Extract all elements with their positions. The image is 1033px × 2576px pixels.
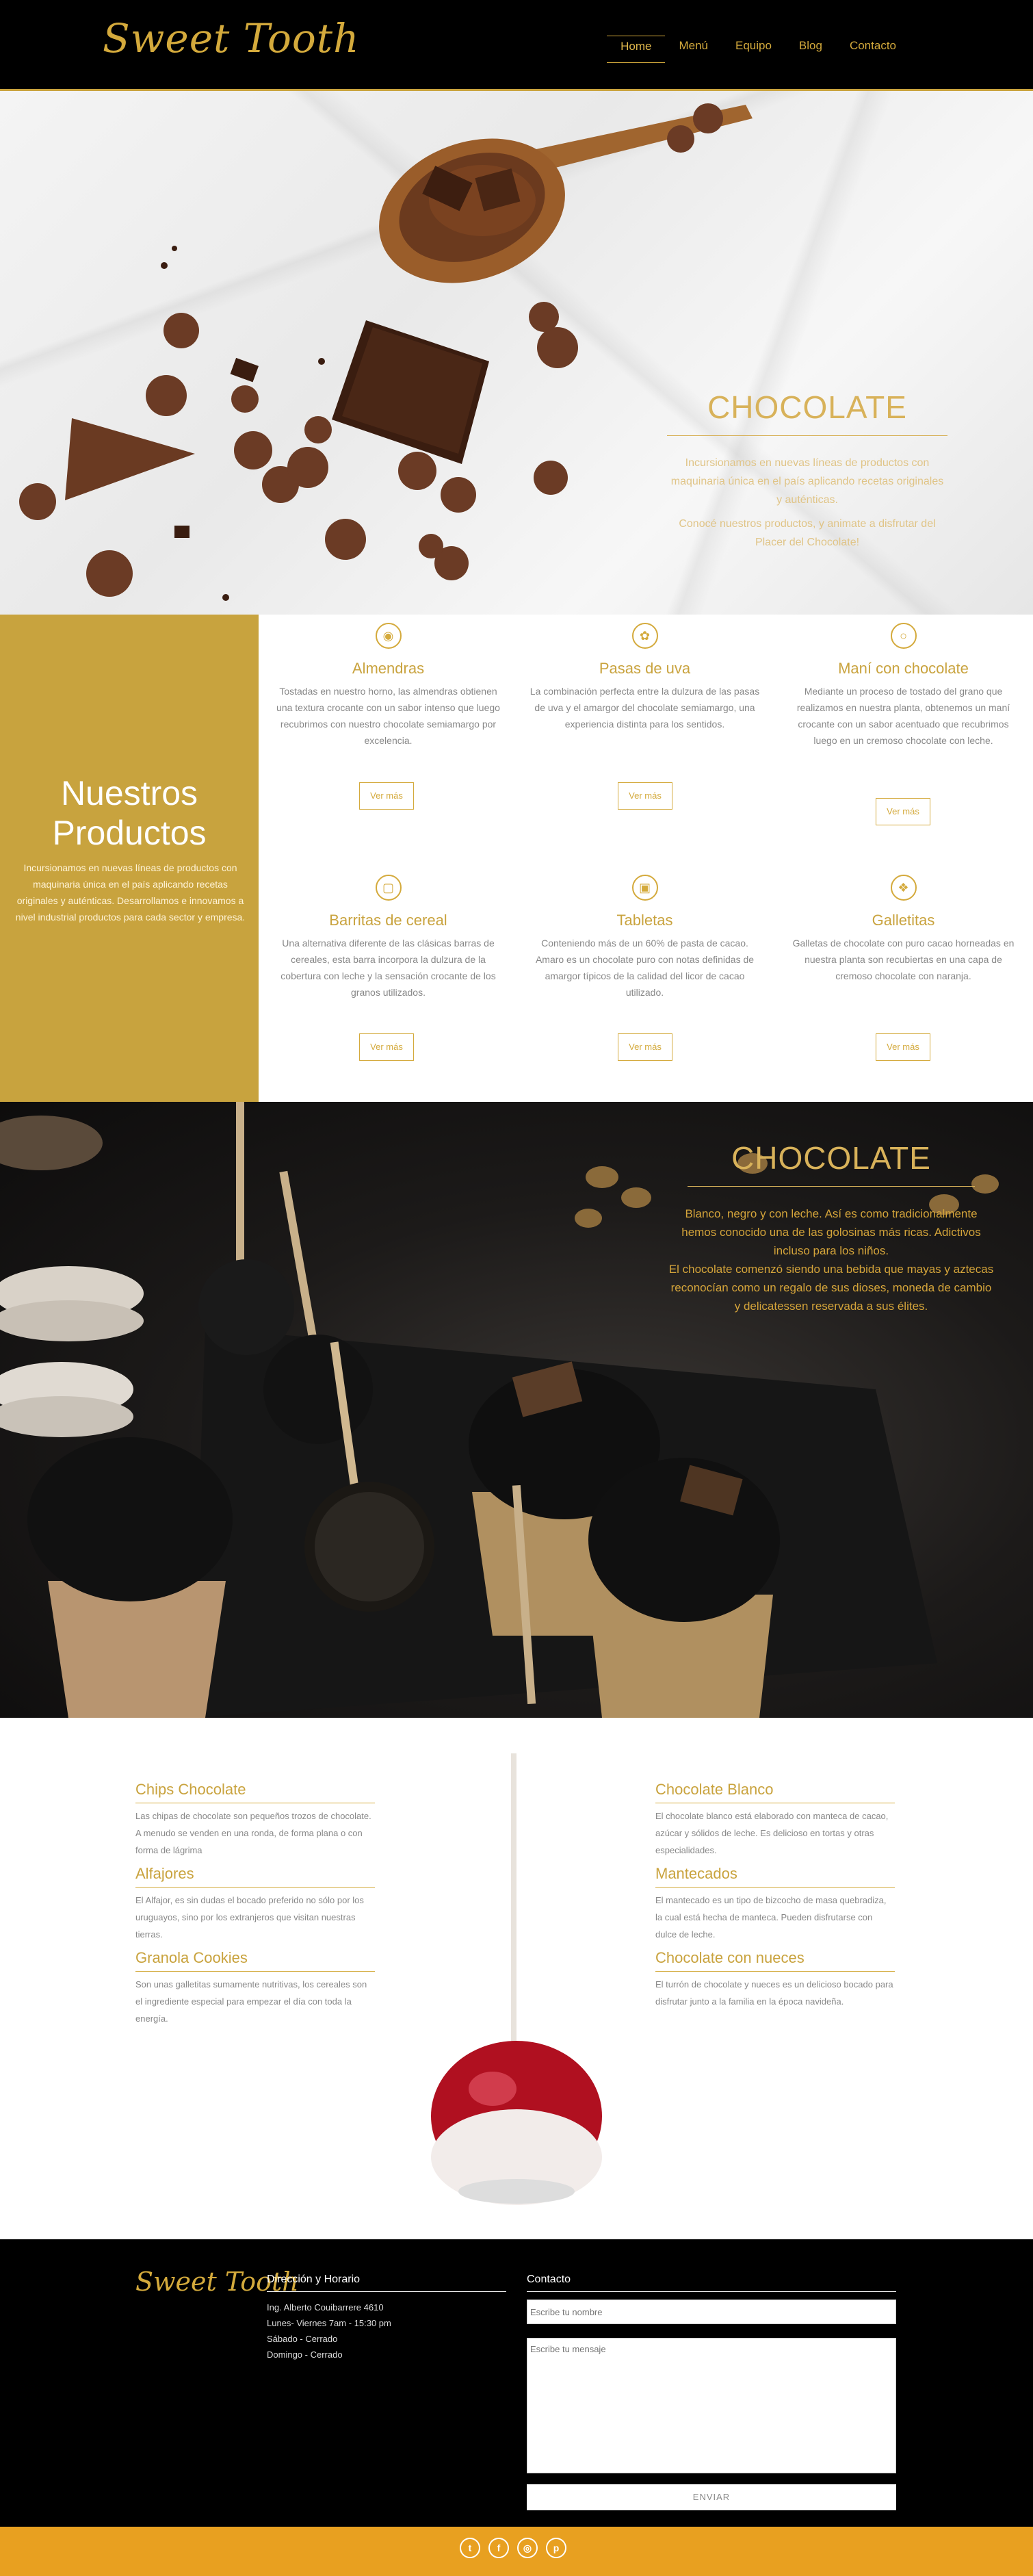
product-card-tabletas: ▣ Tabletas Conteniendo más de un 60% de … — [527, 875, 763, 1001]
ver-mas-button-tabletas[interactable]: Ver más — [618, 1033, 672, 1061]
product-description: Una alternativa diferente de las clásica… — [280, 938, 496, 998]
send-button[interactable]: ENVIAR — [527, 2484, 896, 2510]
sweet-text: El Alfajor, es sin dudas el bocado prefe… — [135, 1895, 364, 1940]
logo[interactable]: Sweet Tooth — [103, 15, 359, 62]
candy-apple-image — [431, 1753, 602, 2205]
product-description: Mediante un proceso de tostado del grano… — [796, 686, 1010, 746]
peanut-icon: ○ — [890, 623, 917, 649]
twitter-icon[interactable]: t — [460, 2538, 480, 2558]
cookie-icon: ❖ — [890, 875, 917, 901]
social-bar: t f ◎ p — [0, 2527, 1033, 2576]
hero-text-block: CHOCOLATE Incursionamos en nuevas líneas… — [667, 389, 947, 552]
ver-mas-button-mani[interactable]: Ver más — [876, 798, 930, 825]
sweet-text: Son unas galletitas sumamente nutritivas… — [135, 1979, 367, 2024]
sweet-item-chocolate-blanco: Chocolate Blanco El chocolate blanco est… — [655, 1781, 895, 1859]
ver-mas-button-almendras[interactable]: Ver más — [359, 782, 414, 810]
hero2-paragraph-1: Blanco, negro y con leche. Así es como t… — [681, 1207, 981, 1257]
hero-paragraph-2: Conocé nuestros productos, y animate a d… — [679, 518, 936, 548]
facebook-icon[interactable]: f — [488, 2538, 509, 2558]
sweet-title: Chips Chocolate — [135, 1781, 375, 1803]
sweet-item-mantecados: Mantecados El mantecado es un tipo de bi… — [655, 1865, 895, 1943]
address-line: Lunes- Viernes 7am - 15:30 pm — [267, 2318, 391, 2328]
product-description: Tostadas en nuestro horno, las almendras… — [276, 686, 500, 746]
product-name: Almendras — [352, 660, 425, 677]
product-card-barritas: ▢ Barritas de cereal Una alternativa dif… — [270, 875, 506, 1001]
sweet-item-chips: Chips Chocolate Las chipas de chocolate … — [135, 1781, 375, 1859]
product-name: Galletitas — [872, 912, 935, 929]
hero2-text-block: CHOCOLATE Blanco, negro y con leche. Así… — [667, 1139, 995, 1315]
almond-icon: ◉ — [375, 623, 402, 649]
sweet-title: Mantecados — [655, 1865, 895, 1888]
hero2-title: CHOCOLATE — [688, 1139, 975, 1187]
products-description: Incursionamos en nuevas líneas de produc… — [15, 862, 246, 923]
name-input[interactable] — [527, 2300, 896, 2324]
sweet-text: El turrón de chocolate y nueces es un de… — [655, 1979, 893, 2007]
sweet-title: Chocolate Blanco — [655, 1781, 895, 1803]
product-name: Pasas de uva — [599, 660, 691, 677]
sweet-title: Granola Cookies — [135, 1949, 375, 1972]
products-section: Nuestros Productos Incursionamos en nuev… — [0, 615, 1033, 1102]
product-name: Maní con chocolate — [838, 660, 969, 677]
product-description: Conteniendo más de un 60% de pasta de ca… — [535, 938, 755, 998]
social-links: t f ◎ p — [460, 2538, 566, 2558]
top-navbar: Sweet Tooth Home Menú Equipo Blog Contac… — [0, 0, 1033, 91]
product-card-mani: ○ Maní con chocolate Mediante un proceso… — [785, 623, 1021, 749]
products-intro-panel: Nuestros Productos Incursionamos en nuev… — [0, 615, 259, 1102]
product-name: Tabletas — [616, 912, 673, 929]
sweet-text: El mantecado es un tipo de bizcocho de m… — [655, 1895, 887, 1940]
tablet-icon: ▣ — [631, 875, 658, 901]
instagram-icon[interactable]: ◎ — [517, 2538, 538, 2558]
message-textarea[interactable] — [527, 2338, 896, 2473]
products-heading: Nuestros Productos — [52, 774, 207, 852]
sweet-item-chocolate-nueces: Chocolate con nueces El turrón de chocol… — [655, 1949, 895, 2010]
product-card-pasas: ✿ Pasas de uva La combinación perfecta e… — [527, 623, 763, 732]
nav-blog[interactable]: Blog — [785, 36, 836, 63]
sweet-text: El chocolate blanco está elaborado con m… — [655, 1811, 889, 1855]
address-block: Ing. Alberto Couibarrere 4610 Lunes- Vie… — [267, 2300, 391, 2362]
sweet-title: Alfajores — [135, 1865, 375, 1888]
address-line: Sábado - Cerrado — [267, 2334, 338, 2344]
nav-home[interactable]: Home — [607, 36, 666, 63]
address-line: Domingo - Cerrado — [267, 2349, 343, 2360]
sweets-section: Chips Chocolate Las chipas de chocolate … — [0, 1718, 1033, 2239]
nav-equipo[interactable]: Equipo — [722, 36, 785, 63]
footer: Sweet Tooth Dirección y Horario Ing. Alb… — [0, 2239, 1033, 2527]
hero-paragraph-1: Incursionamos en nuevas líneas de produc… — [670, 457, 944, 506]
ver-mas-button-barritas[interactable]: Ver más — [359, 1033, 414, 1061]
pinterest-icon[interactable]: p — [546, 2538, 566, 2558]
cupcakes-banner: CHOCOLATE Blanco, negro y con leche. Así… — [0, 1102, 1033, 1718]
grapes-icon: ✿ — [631, 623, 658, 649]
cereal-bar-icon: ▢ — [375, 875, 402, 901]
ver-mas-button-galletitas[interactable]: Ver más — [876, 1033, 930, 1061]
product-card-galletitas: ❖ Galletitas Galletas de chocolate con p… — [785, 875, 1021, 984]
hero-chocolate-banner: CHOCOLATE Incursionamos en nuevas líneas… — [0, 91, 1033, 615]
product-card-almendras: ◉ Almendras Tostadas en nuestro horno, l… — [270, 623, 506, 749]
contact-title: Contacto — [527, 2274, 896, 2292]
main-menu: Home Menú Equipo Blog Contacto — [607, 36, 910, 63]
product-description: La combinación perfecta entre la dulzura… — [529, 686, 760, 730]
hero2-paragraph-2: El chocolate comenzó siendo una bebida q… — [668, 1263, 994, 1313]
address-title: Dirección y Horario — [267, 2274, 506, 2292]
product-name: Barritas de cereal — [329, 912, 447, 929]
sweet-item-granola: Granola Cookies Son unas galletitas suma… — [135, 1949, 375, 2027]
sweet-item-alfajores: Alfajores El Alfajor, es sin dudas el bo… — [135, 1865, 375, 1943]
product-description: Galletas de chocolate con puro cacao hor… — [792, 938, 1015, 981]
address-line: Ing. Alberto Couibarrere 4610 — [267, 2302, 384, 2313]
sweet-text: Las chipas de chocolate son pequeños tro… — [135, 1811, 371, 1855]
hero-title: CHOCOLATE — [667, 389, 947, 436]
ver-mas-button-pasas[interactable]: Ver más — [618, 782, 672, 810]
nav-contacto[interactable]: Contacto — [836, 36, 910, 63]
sweet-title: Chocolate con nueces — [655, 1949, 895, 1972]
nav-menu[interactable]: Menú — [665, 36, 722, 63]
